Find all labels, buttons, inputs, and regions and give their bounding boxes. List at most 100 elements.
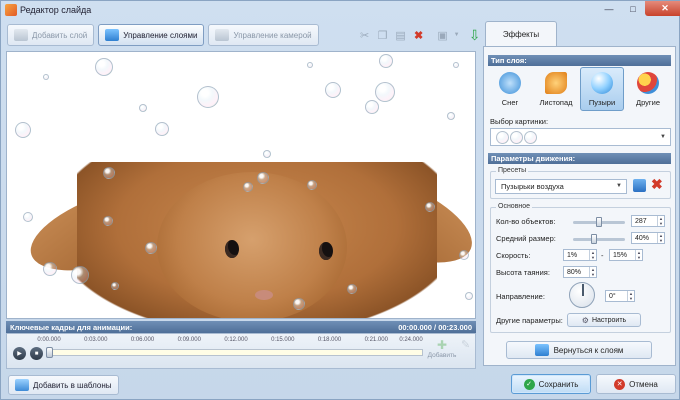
size-slider-thumb[interactable]: [591, 234, 598, 244]
bubble: [23, 212, 33, 222]
melt-height-spinner[interactable]: 80% ▲ ▼: [563, 266, 597, 278]
size-slider[interactable]: [573, 234, 625, 244]
preset-select[interactable]: Пузырьки воздуха ▼: [495, 179, 627, 194]
close-icon: ✕: [614, 378, 626, 390]
edit-keyframe-icon[interactable]: ✎: [461, 338, 470, 351]
layer-type-header: Тип слоя:: [488, 55, 671, 66]
back-to-layers-button[interactable]: Вернуться к слоям: [506, 341, 652, 359]
bubble: [43, 262, 57, 276]
speed-from-spinner[interactable]: 1% ▲ ▼: [563, 249, 597, 261]
direction-dial[interactable]: [569, 282, 595, 308]
keyframes-header: Ключевые кадры для анимации: 00:00.000 /…: [6, 321, 476, 333]
layer-type-other[interactable]: Другие: [626, 67, 670, 111]
cut-icon[interactable]: ✂: [357, 27, 373, 43]
bubble: [307, 180, 317, 190]
bubble: [43, 74, 49, 80]
chevron-down-icon[interactable]: ▼: [453, 27, 461, 43]
time-tick: 0:03.000: [84, 337, 108, 343]
bubble: [375, 82, 395, 102]
basic-group: Основное Кол-во объектов: 287 ▲ ▼ Средний…: [490, 203, 671, 333]
keyframes-title: Ключевые кадры для анимации:: [10, 322, 133, 332]
align-icon[interactable]: ▣: [435, 27, 451, 43]
spinner-arrows[interactable]: ▲ ▼: [657, 233, 664, 243]
time-tick: 0:15.000: [271, 337, 295, 343]
tab-effects[interactable]: Эффекты: [485, 21, 557, 47]
bubble: [447, 112, 455, 120]
layer-type-snow[interactable]: Снег: [488, 67, 532, 111]
direction-dial-needle: [582, 284, 584, 296]
image-choice-label: Выбор картинки:: [490, 117, 549, 126]
timeline-panel: ▶ ■ 0:00.000 0:03.000 0:06.000 0:09.000 …: [6, 333, 476, 369]
bubble: [139, 104, 147, 112]
timeline-ruler[interactable]: 0:00.000 0:03.000 0:06.000 0:09.000 0:12…: [37, 337, 423, 365]
play-button[interactable]: ▶: [13, 347, 26, 360]
bubble: [307, 62, 313, 68]
copy-icon[interactable]: ❐: [375, 27, 391, 43]
layer-type-bubbles[interactable]: Пузыри: [580, 67, 624, 111]
direction-label: Направление:: [496, 292, 545, 301]
speed-to-spinner[interactable]: 15% ▲ ▼: [609, 249, 643, 261]
motion-params-header: Параметры движения:: [488, 153, 671, 164]
add-keyframe-button[interactable]: ✚ Добавить: [427, 338, 457, 359]
add-to-templates-button[interactable]: Добавить в шаблоны: [8, 375, 119, 395]
paste-icon[interactable]: ▤: [393, 27, 409, 43]
time-tick: 0:12.000: [224, 337, 248, 343]
count-slider[interactable]: [573, 217, 625, 227]
bubble-thumbnails: [496, 130, 537, 144]
basic-title: Основное: [496, 203, 533, 210]
spinner-arrows[interactable]: ▲ ▼: [589, 267, 596, 277]
bubble: [15, 122, 31, 138]
direction-spinner[interactable]: 0° ▲ ▼: [605, 290, 635, 302]
cancel-button[interactable]: ✕ Отмена: [596, 374, 676, 394]
rabbit-nose: [255, 290, 273, 300]
edit-tools: ✂ ❐ ▤ ✖ ▣ ▼ ⇩ ⇧: [357, 27, 501, 43]
spinner-arrows[interactable]: ▲ ▼: [589, 250, 596, 260]
hearts-icon: [637, 72, 659, 94]
bubble: [347, 284, 357, 294]
spinner-arrows[interactable]: ▲ ▼: [657, 216, 664, 226]
count-spinner[interactable]: 287 ▲ ▼: [631, 215, 665, 227]
save-button[interactable]: ✓ Сохранить: [511, 374, 591, 394]
delete-icon[interactable]: ✖: [411, 27, 427, 43]
template-icon: [15, 379, 29, 391]
count-label: Кол-во объектов:: [496, 217, 556, 226]
size-spinner[interactable]: 40% ▲ ▼: [631, 232, 665, 244]
manage-layers-button[interactable]: Управление слоями: [98, 24, 205, 46]
time-tick: 0:09.000: [177, 337, 201, 343]
stop-button[interactable]: ■: [30, 347, 43, 360]
move-down-icon[interactable]: ⇩: [467, 27, 483, 43]
timeline-track[interactable]: [49, 349, 423, 356]
manage-camera-button[interactable]: Управление камерой: [208, 24, 319, 46]
bubble-thumb: [496, 130, 509, 144]
spinner-arrows[interactable]: ▲ ▼: [635, 250, 642, 260]
bubble: [145, 242, 157, 254]
slide-preview[interactable]: [6, 51, 476, 319]
save-preset-icon[interactable]: [633, 179, 646, 192]
add-layer-icon: [14, 29, 28, 41]
app-icon: [5, 3, 17, 16]
bubble-icon: [591, 72, 613, 94]
rabbit-eye-left: [225, 240, 239, 258]
delete-preset-icon[interactable]: ✖: [651, 176, 663, 193]
bubble-thumb: [524, 130, 537, 144]
spinner-arrows[interactable]: ▲ ▼: [627, 291, 634, 301]
speed-label: Скорость:: [496, 251, 531, 260]
effects-panel: Тип слоя: Снег Листопад Пузыри Другие Вы…: [483, 46, 676, 366]
image-choice-select[interactable]: ▼: [490, 128, 671, 146]
configure-button[interactable]: ⚙ Настроить: [567, 313, 641, 327]
chevron-down-icon: ▼: [660, 134, 666, 140]
presets-title: Пресеты: [496, 167, 529, 174]
maximize-button[interactable]: □: [621, 1, 645, 16]
bubble: [111, 282, 119, 290]
playhead-handle[interactable]: [46, 347, 53, 358]
add-layer-button[interactable]: Добавить слой: [7, 24, 95, 46]
editor-toolbar: Добавить слой Управление слоями Управлен…: [7, 21, 498, 49]
layer-type-leaves[interactable]: Листопад: [534, 67, 578, 111]
window-controls: — □ ✕: [597, 1, 680, 16]
rabbit-eye-right: [319, 242, 333, 260]
close-window-button[interactable]: ✕: [645, 1, 680, 16]
count-slider-thumb[interactable]: [596, 217, 602, 227]
bubble: [459, 250, 469, 260]
minimize-button[interactable]: —: [597, 1, 621, 16]
bubble: [425, 202, 435, 212]
